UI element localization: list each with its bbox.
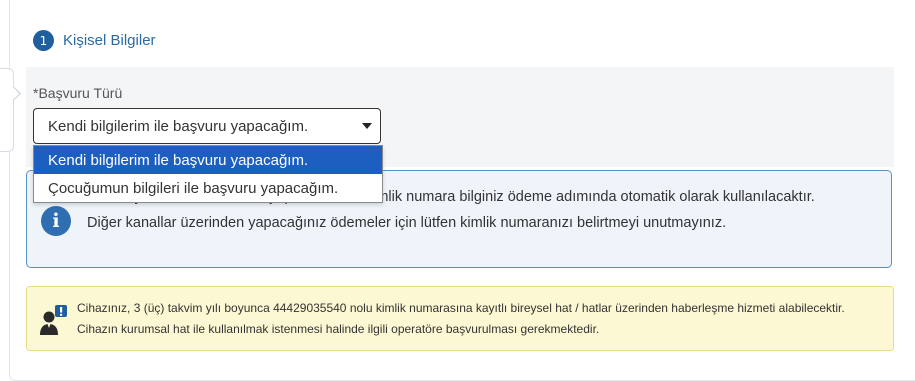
info-icon: i	[41, 206, 71, 236]
notice-text: Cihazınız, 3 (üç) takvim yılı boyunca 44…	[77, 301, 845, 336]
caret-down-icon	[362, 123, 372, 129]
section-header: 1 Kişisel Bilgiler	[33, 30, 156, 51]
application-type-dropdown: Kendi bilgilerim ile başvuru yapacağım. …	[33, 145, 383, 203]
application-type-label-text: Başvuru Türü	[38, 85, 123, 101]
user-alert-icon	[40, 305, 67, 335]
application-type-selected-value: Kendi bilgilerim ile başvuru yapacağım.	[48, 117, 309, 135]
section-title: Kişisel Bilgiler	[63, 32, 156, 49]
step-number-badge: 1	[33, 30, 54, 51]
dropdown-option-self[interactable]: Kendi bilgilerim ile başvuru yapacağım.	[34, 146, 382, 174]
application-type-select[interactable]: Kendi bilgilerim ile başvuru yapacağım.	[33, 108, 381, 144]
application-type-label: *Başvuru Türü	[33, 85, 122, 101]
side-tab[interactable]	[0, 68, 21, 152]
dropdown-option-child[interactable]: Çocuğumun bilgileri ile başvuru yapacağı…	[34, 174, 382, 202]
